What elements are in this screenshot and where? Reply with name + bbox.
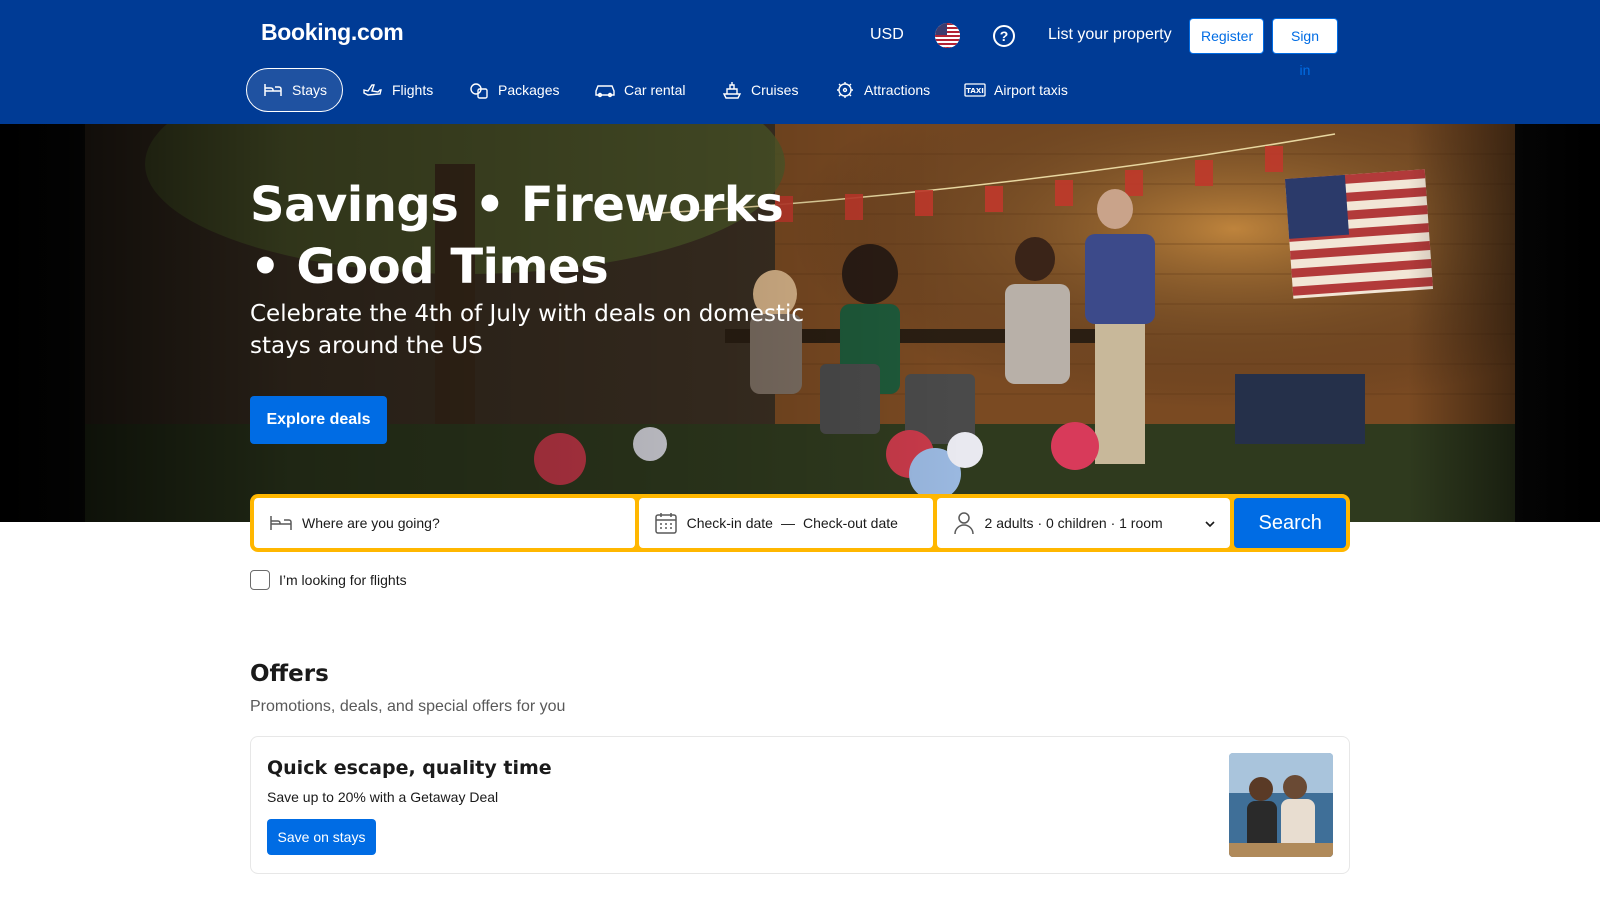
- offers-subtitle: Promotions, deals, and special offers fo…: [250, 698, 566, 715]
- date-picker[interactable]: Check-in date — Check-out date: [638, 498, 933, 548]
- date-separator: —: [780, 515, 795, 531]
- nav-item-packages[interactable]: Packages: [468, 68, 559, 112]
- person-icon: [951, 510, 977, 536]
- save-on-stays-button[interactable]: Save on stays: [267, 819, 376, 855]
- nav-item-car-rental[interactable]: Car rental: [594, 68, 685, 112]
- nav-item-cruises[interactable]: Cruises: [721, 68, 798, 112]
- plane-icon: [362, 79, 384, 101]
- attractions-icon: [834, 79, 856, 101]
- site-header: Booking.com USD ? List your property Reg…: [0, 0, 1600, 124]
- register-button[interactable]: Register: [1189, 18, 1264, 54]
- nav-label: Flights: [392, 82, 434, 98]
- checkin-label: Check-in date: [686, 515, 773, 531]
- bed-icon: [262, 79, 284, 101]
- offers-title: Offers: [250, 661, 329, 687]
- guests-selector[interactable]: 2 adults · 0 children · 1 room: [936, 498, 1231, 548]
- offer-image: [1229, 753, 1333, 857]
- nav-item-flights[interactable]: Flights: [362, 68, 433, 112]
- explore-deals-button[interactable]: Explore deals: [250, 396, 387, 444]
- destination-placeholder: Where are you going?: [302, 515, 440, 531]
- offer-card: Quick escape, quality time Save up to 20…: [250, 736, 1350, 874]
- booking-logo[interactable]: Booking.com: [261, 19, 404, 46]
- hero-title: Savings • Fireworks • Good Times: [250, 177, 784, 295]
- search-button[interactable]: Search: [1234, 498, 1346, 548]
- nav-label: Packages: [498, 82, 560, 98]
- packages-icon: [468, 79, 490, 101]
- checkout-label: Check-out date: [802, 515, 898, 531]
- flights-checkbox[interactable]: [250, 570, 270, 590]
- offer-description: Save up to 20% with a Getaway Deal: [267, 789, 499, 805]
- offer-title: Quick escape, quality time: [267, 757, 552, 779]
- bed-icon: [268, 510, 294, 536]
- chevron-down-icon: [1204, 515, 1216, 531]
- sign-in-button[interactable]: Sign in: [1272, 18, 1338, 78]
- destination-input[interactable]: Where are you going?: [254, 498, 635, 548]
- hero-subtitle: Celebrate the 4th of July with deals on …: [250, 301, 804, 359]
- nav-label: Stays: [292, 82, 328, 98]
- us-flag-icon[interactable]: [935, 23, 960, 48]
- flights-checkbox-label: I’m looking for flights: [279, 572, 407, 588]
- car-icon: [594, 79, 616, 101]
- nav-label: Cruises: [751, 82, 799, 98]
- nav-item-airport-taxis[interactable]: TAXI Airport taxis: [964, 68, 1068, 112]
- nav-label: Car rental: [624, 82, 686, 98]
- search-bar: Where are you going? Check-in date — Che…: [250, 494, 1350, 552]
- calendar-icon: [653, 510, 679, 536]
- svg-text:TAXI: TAXI: [966, 87, 984, 95]
- guests-label: 2 adults · 0 children · 1 room: [984, 515, 1163, 531]
- currency-selector[interactable]: USD: [870, 26, 904, 44]
- cruise-icon: [721, 79, 743, 101]
- flights-checkbox-row[interactable]: I’m looking for flights: [250, 570, 407, 590]
- nav-label: Attractions: [864, 82, 931, 98]
- help-icon[interactable]: ?: [993, 25, 1015, 47]
- nav-item-attractions[interactable]: Attractions: [834, 68, 930, 112]
- hero-banner: Savings • Fireworks • Good Times Celebra…: [0, 124, 1600, 522]
- nav-label: Airport taxis: [994, 82, 1068, 98]
- taxi-icon: TAXI: [964, 79, 986, 101]
- list-property-link[interactable]: List your property: [1048, 26, 1172, 44]
- nav-item-stays[interactable]: Stays: [246, 68, 344, 112]
